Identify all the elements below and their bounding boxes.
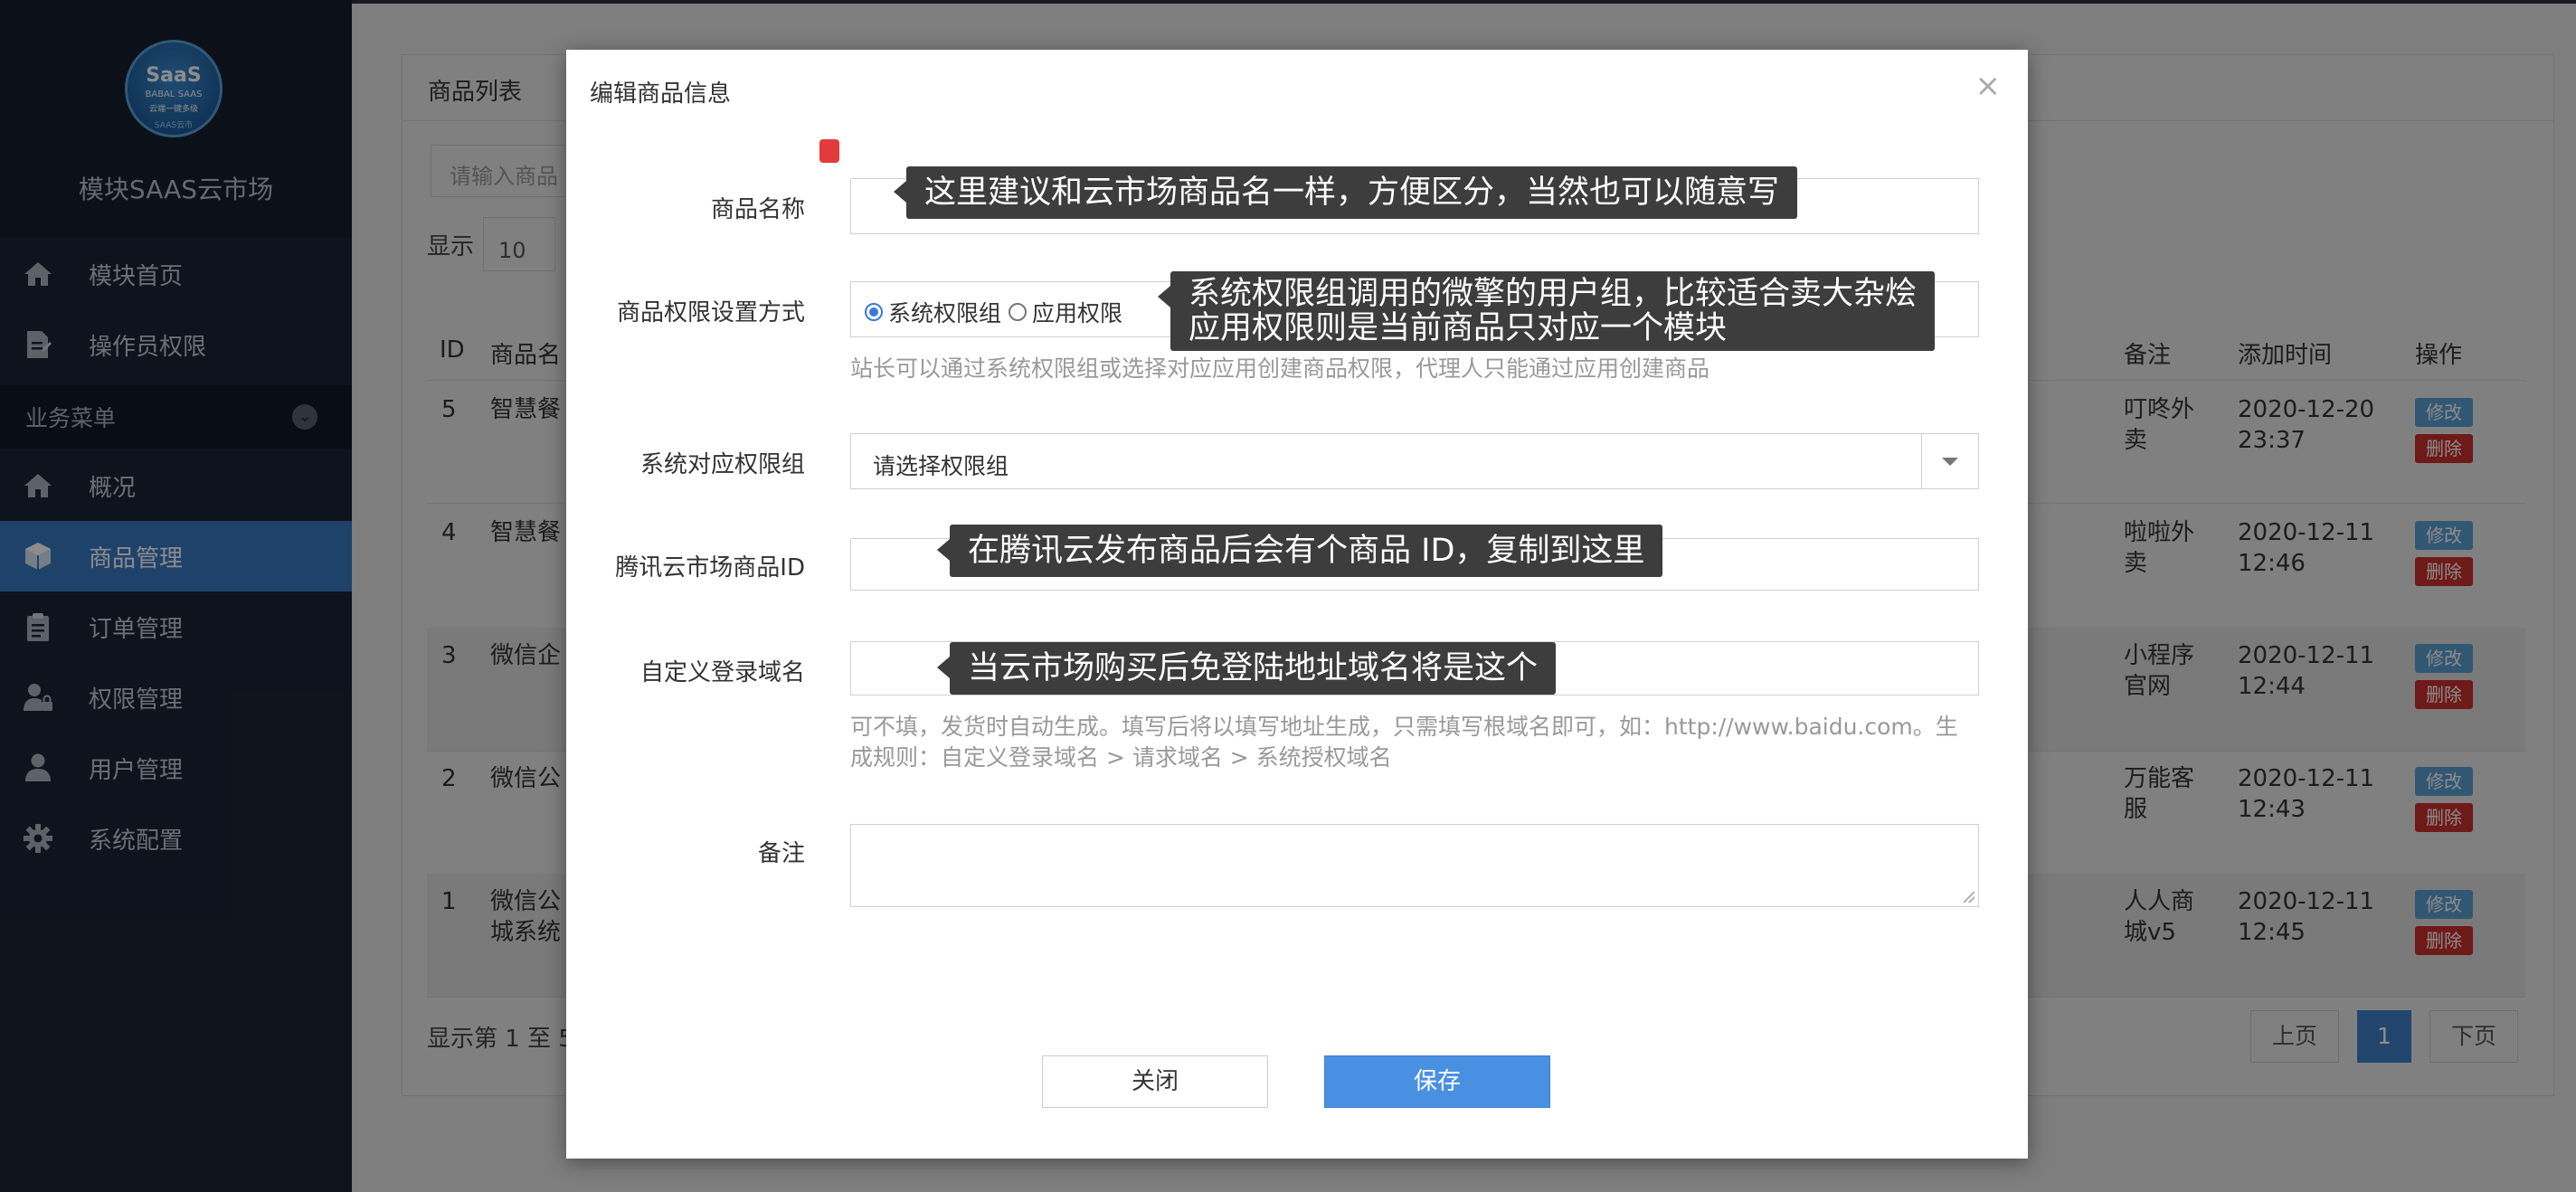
permission-mode-help: 站长可以通过系统权限组或选择对应应用创建商品权限，代理人只能通过应用创建商品 <box>850 355 1710 382</box>
radio-app-permission[interactable] <box>1009 303 1028 321</box>
tooltip-permission-mode: 系统权限组调用的微擎的用户组，比较适合卖大杂烩 应用权限则是当前商品只对应一个模… <box>1157 271 1936 351</box>
resize-handle-icon[interactable] <box>1964 892 1975 903</box>
required-marker <box>819 139 839 163</box>
radio-system-group[interactable] <box>865 303 883 321</box>
chevron-down-icon[interactable] <box>1921 434 1978 488</box>
permission-mode-label: 商品权限设置方式 <box>616 299 805 326</box>
note-textarea[interactable] <box>850 824 1979 907</box>
permission-group-select[interactable]: 请选择权限组 <box>850 433 1979 489</box>
tooltip-line: 系统权限组调用的微擎的用户组，比较适合卖大杂烩 <box>1189 276 1918 312</box>
permission-group-value: 请选择权限组 <box>873 453 1009 479</box>
custom-domain-help: 可不填，发货时自动生成。填写后将以填写地址生成，只需填写根域名即可，如：http… <box>850 714 1958 740</box>
tooltip-tencent-id: 在腾讯云发布商品后会有个商品 ID，复制到这里 <box>936 525 1663 577</box>
close-button[interactable]: 关闭 <box>1042 1055 1268 1108</box>
radio-system-group-label[interactable]: 系统权限组 <box>888 296 1001 328</box>
save-button[interactable]: 保存 <box>1324 1055 1550 1108</box>
permission-group-label: 系统对应权限组 <box>639 451 805 478</box>
tooltip-custom-domain: 当云市场购买后免登陆地址域名将是这个 <box>936 642 1557 695</box>
tooltip-product-name: 这里建议和云市场商品名一样，方便区分，当然也可以随意写 <box>893 166 1798 219</box>
modal-title: 编辑商品信息 <box>590 80 732 108</box>
note-label: 备注 <box>757 840 805 867</box>
permission-mode-radios: 系统权限组 应用权限 <box>865 296 1122 328</box>
radio-app-permission-label[interactable]: 应用权限 <box>1032 296 1122 328</box>
tencent-id-label: 腾讯云市场商品ID <box>615 554 805 582</box>
close-icon[interactable]: × <box>1975 68 2002 104</box>
custom-domain-label: 自定义登录域名 <box>639 659 805 686</box>
tooltip-line: 应用权限则是当前商品只对应一个模块 <box>1189 310 1728 346</box>
product-name-label: 商品名称 <box>710 196 805 223</box>
custom-domain-help: 成规则：自定义登录域名 > 请求域名 > 系统授权域名 <box>850 744 1392 771</box>
